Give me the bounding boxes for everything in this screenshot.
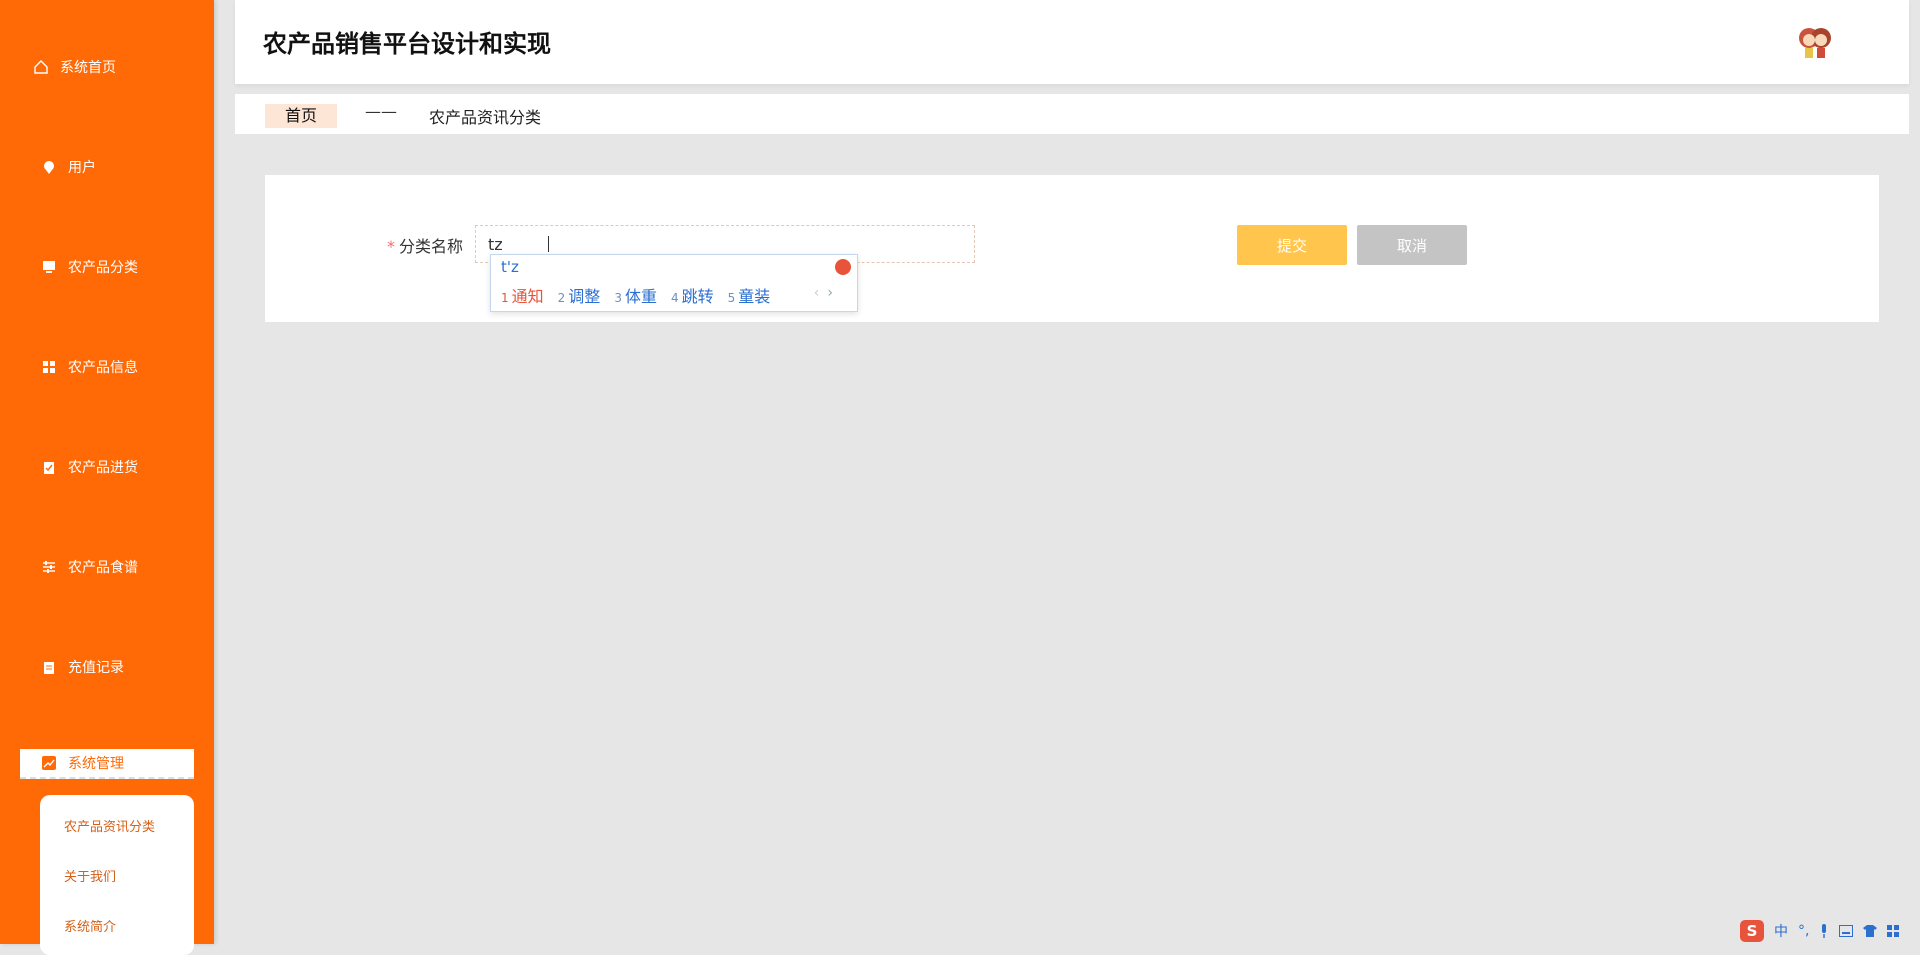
toolbox-grid-icon[interactable] <box>1887 925 1900 937</box>
sidebar-item-recharge-records[interactable]: 充值记录 <box>42 650 214 684</box>
sogou-logo-icon[interactable]: S <box>1740 920 1764 942</box>
breadcrumb: 首页 —— 农产品资讯分类 <box>235 94 1909 134</box>
avatar[interactable] <box>1793 18 1837 62</box>
sidebar-item-product-recipe[interactable]: 农产品食谱 <box>42 550 214 584</box>
ime-candidate[interactable]: 4 跳转 <box>671 283 714 307</box>
header: 农产品销售平台设计和实现 <box>235 0 1909 84</box>
required-mark: * <box>387 237 395 256</box>
sidebar-item-label: 农产品食谱 <box>68 560 138 576</box>
ime-candidate[interactable]: 5 童装 <box>728 283 771 307</box>
ime-next-icon[interactable]: › <box>827 285 833 301</box>
category-name-label-text: 分类名称 <box>399 237 464 256</box>
ime-candidate[interactable]: 3 体重 <box>614 283 657 307</box>
home-icon <box>34 60 48 74</box>
clipboard-check-icon <box>44 462 54 474</box>
sidebar-item-label: 农产品分类 <box>68 260 138 276</box>
ime-candidate[interactable]: 1 通知 <box>501 283 544 307</box>
submit-button[interactable]: 提交 <box>1237 225 1347 265</box>
sidebar-item-product-info[interactable]: 农产品信息 <box>42 350 214 384</box>
ime-page-nav: ‹ › <box>814 285 833 301</box>
submenu: 农产品资讯分类 关于我们 系统简介 <box>40 795 194 955</box>
sidebar-item-product-category[interactable]: 农产品分类 <box>42 250 214 284</box>
submenu-item-system-intro[interactable]: 系统简介 <box>64 916 116 935</box>
sidebar-item-label: 充值记录 <box>68 660 124 676</box>
ime-candidate-popup: t'z 1 通知 2 调整 3 体重 4 跳转 5 童装 ‹ › <box>490 254 858 312</box>
microphone-icon[interactable] <box>1819 924 1829 938</box>
breadcrumb-current: 农产品资讯分类 <box>429 108 542 127</box>
submenu-item-about-us[interactable]: 关于我们 <box>64 866 116 885</box>
sidebar-item-users[interactable]: 用户 <box>42 150 214 184</box>
ime-toolbar: S 中 °, <box>1740 918 1920 944</box>
location-pin-icon <box>44 161 54 174</box>
breadcrumb-separator: —— <box>365 102 397 121</box>
grid-icon <box>43 361 55 373</box>
sidebar-item-label: 系统管理 <box>68 756 124 772</box>
keyboard-icon[interactable] <box>1839 925 1854 937</box>
sidebar-item-system-management[interactable]: 系统管理 <box>20 749 194 779</box>
chart-icon <box>42 756 56 770</box>
ime-punctuation-toggle[interactable]: °, <box>1798 923 1809 939</box>
sidebar-item-product-purchase[interactable]: 农产品进货 <box>42 450 214 484</box>
category-name-label: * 分类名称 <box>387 233 463 257</box>
skin-shirt-icon[interactable] <box>1863 925 1878 937</box>
ime-prev-icon[interactable]: ‹ <box>814 285 820 301</box>
text-cursor <box>548 236 549 252</box>
ime-candidates: 1 通知 2 调整 3 体重 4 跳转 5 童装 <box>501 283 770 307</box>
cancel-button[interactable]: 取消 <box>1357 225 1467 265</box>
app-title: 农产品销售平台设计和实现 <box>263 30 551 58</box>
sidebar-item-label: 用户 <box>68 160 96 176</box>
sliders-icon <box>43 561 55 573</box>
submenu-item-news-category[interactable]: 农产品资讯分类 <box>64 816 155 835</box>
ime-candidate[interactable]: 2 调整 <box>558 283 601 307</box>
document-icon <box>44 662 54 674</box>
sidebar-item-label: 农产品信息 <box>68 360 138 376</box>
breadcrumb-home[interactable]: 首页 <box>265 104 337 128</box>
sidebar-item-label: 系统首页 <box>60 60 116 76</box>
ime-logo-icon <box>835 259 851 275</box>
sidebar: 系统首页 用户 农产品分类 农产品信息 农产品进货 农产品食谱 充值记录 系统管… <box>0 0 214 955</box>
monitor-icon <box>43 261 55 273</box>
sidebar-item-home[interactable]: 系统首页 <box>34 50 214 84</box>
sidebar-item-label: 农产品进货 <box>68 460 138 476</box>
ime-composition: t'z <box>501 258 519 276</box>
ime-language-toggle[interactable]: 中 <box>1774 921 1788 941</box>
